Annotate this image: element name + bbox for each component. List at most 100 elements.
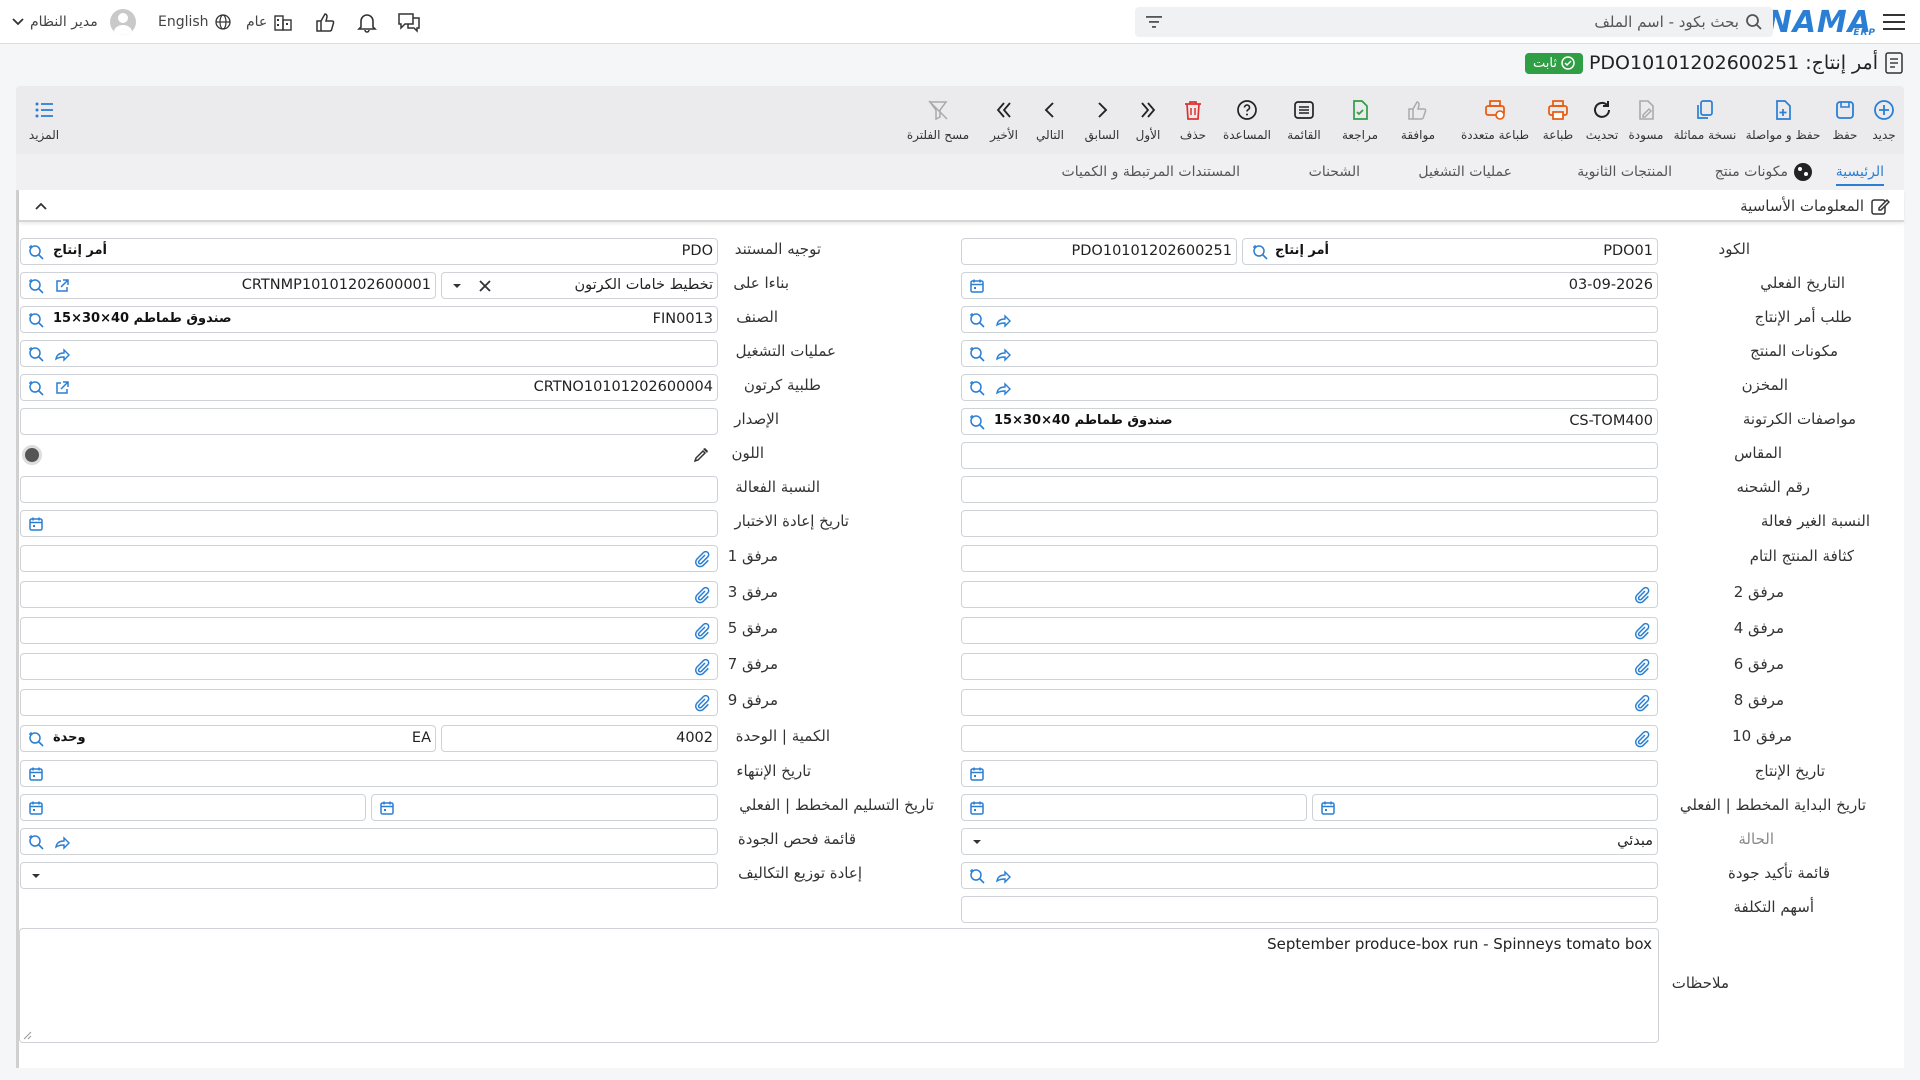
search-plus-icon[interactable] [968,379,986,397]
save-button[interactable]: حفظ [1824,86,1866,154]
operations-field[interactable] [20,340,718,367]
chat-icon[interactable] [394,0,424,44]
ineffective-ratio-field[interactable] [961,510,1658,537]
clear-x-icon[interactable] [476,277,494,295]
attachment-10-field[interactable] [961,725,1658,752]
help-button[interactable]: المساعدة [1220,86,1274,154]
search-plus-icon[interactable] [1251,243,1269,261]
paperclip-icon[interactable] [1633,658,1651,676]
item-field[interactable]: FIN0013 صندوق طماطم 40×30×15 [20,306,718,333]
caret-down-icon[interactable] [448,277,466,295]
start-date-actual-field[interactable] [961,794,1307,821]
attachment-3-field[interactable] [20,581,718,608]
draft-button[interactable]: مسودة [1626,86,1666,154]
quantity-field[interactable]: 4002 [441,725,718,752]
external-link-icon[interactable] [53,379,71,397]
effective-ratio-field[interactable] [20,476,718,503]
code-number-field[interactable]: PDO10101202600251 [961,238,1237,265]
caret-down-icon[interactable] [27,867,45,885]
section-header[interactable]: المعلومات الأساسية [19,190,1904,222]
attachment-9-field[interactable] [20,689,718,716]
tab-components[interactable]: مكونات منتج [1715,154,1812,190]
calendar-icon[interactable] [27,765,45,783]
calendar-icon[interactable] [27,515,45,533]
list-button[interactable]: القائمة [1284,86,1324,154]
share-arrow-icon[interactable] [53,833,71,851]
finished-density-field[interactable] [961,545,1658,572]
clear-filter-button[interactable]: مسح الفلترة [906,86,970,154]
language-switch[interactable]: English [158,0,231,44]
status-select[interactable]: مبدئي [961,828,1658,855]
calendar-icon[interactable] [1319,799,1337,817]
tab-shipments[interactable]: الشحنات [1309,154,1360,190]
paperclip-icon[interactable] [693,550,711,568]
attachment-6-field[interactable] [961,653,1658,680]
prod-order-request-field[interactable] [961,306,1658,333]
search-plus-icon[interactable] [27,379,45,397]
production-date-field[interactable] [961,760,1658,787]
eyedropper-icon[interactable] [692,446,710,464]
search-plus-icon[interactable] [968,345,986,363]
paperclip-icon[interactable] [1633,694,1651,712]
search-plus-icon[interactable] [27,277,45,295]
paperclip-icon[interactable] [1633,730,1651,748]
tab-main[interactable]: الرئيسية [1835,154,1885,190]
review-button[interactable]: مراجعة [1340,86,1380,154]
last-button[interactable]: الأخير [984,86,1024,154]
like-icon[interactable] [310,0,340,44]
attachment-8-field[interactable] [961,689,1658,716]
carton-request-field[interactable]: CRTNO10101202600004 [20,374,718,401]
chevron-up-icon[interactable] [33,198,49,214]
version-field[interactable] [20,408,718,435]
attachment-1-field[interactable] [20,545,718,572]
search-plus-icon[interactable] [27,311,45,329]
qc-list-field[interactable] [20,828,718,855]
calendar-icon[interactable] [968,799,986,817]
duplicate-button[interactable]: نسخة مماثلة [1672,86,1738,154]
caret-down-icon[interactable] [968,833,986,851]
shipment-no-field[interactable] [961,476,1658,503]
cost-shares-field[interactable] [961,896,1658,923]
share-arrow-icon[interactable] [994,345,1012,363]
based-on-type-select[interactable]: تخطيط خامات الكرتون [441,272,718,299]
calendar-icon[interactable] [378,799,396,817]
print-button[interactable]: طباعة [1538,86,1578,154]
search-plus-icon[interactable] [27,730,45,748]
first-button[interactable]: الأول [1132,86,1164,154]
share-arrow-icon[interactable] [53,345,71,363]
calendar-icon[interactable] [968,765,986,783]
multi-print-button[interactable]: طباعة متعددة [1458,86,1532,154]
doc-direction-field[interactable]: PDO أمر إنتاج [20,238,718,265]
paperclip-icon[interactable] [1633,622,1651,640]
search-plus-icon[interactable] [27,345,45,363]
start-date-planned-field[interactable] [1312,794,1658,821]
public-switch[interactable]: عام [246,0,293,44]
based-on-code-field[interactable]: CRTNMP10101202600001 [20,272,436,299]
color-field[interactable] [20,442,718,469]
resize-handle-icon[interactable] [22,1030,32,1040]
retest-date-field[interactable] [20,510,718,537]
save-continue-button[interactable]: حفظ و مواصلة [1744,86,1822,154]
delete-button[interactable]: حذف [1176,86,1210,154]
calendar-icon[interactable] [968,277,986,295]
size-field[interactable] [961,442,1658,469]
filter-icon[interactable] [1145,15,1163,29]
delivery-date-planned-field[interactable] [371,794,718,821]
previous-button[interactable]: السابق [1080,86,1124,154]
search-input[interactable] [1163,13,1739,31]
user-menu[interactable]: مدير النظام [12,0,136,44]
warehouse-field[interactable] [961,374,1658,401]
color-swatch[interactable] [22,445,42,465]
more-button[interactable]: المزيد [24,86,64,154]
carton-spec-field[interactable]: CS-TOM400 صندوق طماطم 40×30×15 [961,408,1658,435]
tab-operations[interactable]: عمليات التشغيل [1418,154,1512,190]
unit-field[interactable]: EA وحدة [20,725,436,752]
refresh-button[interactable]: تحديث [1582,86,1622,154]
approve-button[interactable]: موافقة [1398,86,1438,154]
share-arrow-icon[interactable] [994,379,1012,397]
logo[interactable]: NAMA ERP [1767,0,1875,44]
end-date-field[interactable] [20,760,718,787]
search-plus-icon[interactable] [968,867,986,885]
next-button[interactable]: التالي [1032,86,1068,154]
paperclip-icon[interactable] [693,694,711,712]
